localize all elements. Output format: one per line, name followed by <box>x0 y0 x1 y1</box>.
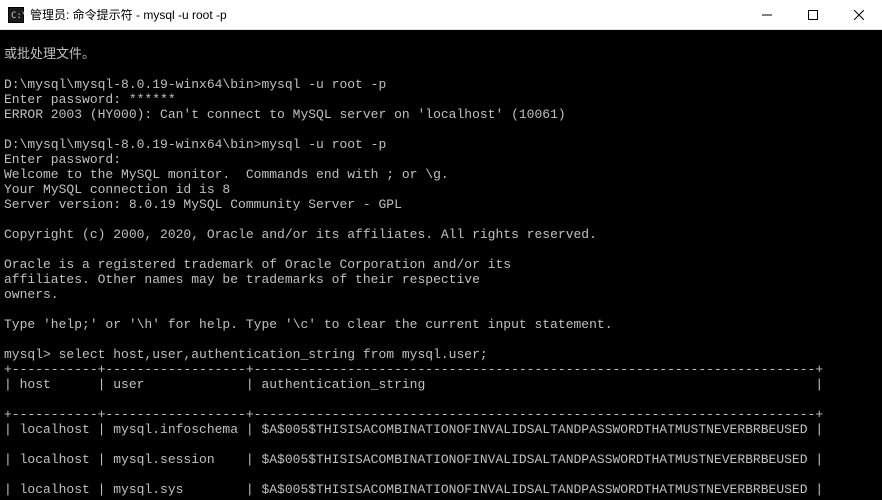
term-line: Your MySQL connection id is 8 <box>4 182 230 197</box>
table-row: | localhost | mysql.sys | $A$005$THISISA… <box>4 482 878 497</box>
table-row: | localhost | mysql.infoschema | $A$005$… <box>4 422 878 437</box>
maximize-button[interactable] <box>790 0 836 30</box>
term-line: 或批处理文件。 <box>4 47 95 62</box>
term-line: D:\mysql\mysql-8.0.19-winx64\bin>mysql -… <box>4 77 386 92</box>
term-line: Type 'help;' or '\h' for help. Type '\c'… <box>4 317 613 332</box>
term-line: Server version: 8.0.19 MySQL Community S… <box>4 197 402 212</box>
table-border: +-----------+------------------+--------… <box>4 362 823 377</box>
term-line: mysql> select host,user,authentication_s… <box>4 347 488 362</box>
term-line: affiliates. Other names may be trademark… <box>4 272 480 287</box>
minimize-button[interactable] <box>744 0 790 30</box>
close-button[interactable] <box>836 0 882 30</box>
table-row: | localhost | mysql.session | $A$005$THI… <box>4 452 878 467</box>
term-line: Enter password: <box>4 152 121 167</box>
terminal-output[interactable]: 或批处理文件。 D:\mysql\mysql-8.0.19-winx64\bin… <box>0 30 882 500</box>
term-line: Copyright (c) 2000, 2020, Oracle and/or … <box>4 227 597 242</box>
term-line: D:\mysql\mysql-8.0.19-winx64\bin>mysql -… <box>4 137 386 152</box>
cmd-icon: C:\ <box>8 7 24 23</box>
term-line: Oracle is a registered trademark of Orac… <box>4 257 511 272</box>
window-title: 管理员: 命令提示符 - mysql -u root -p <box>30 6 227 23</box>
term-line: Enter password: ****** <box>4 92 176 107</box>
window-titlebar: C:\ 管理员: 命令提示符 - mysql -u root -p <box>0 0 882 30</box>
svg-text:C:\: C:\ <box>11 11 24 21</box>
table-border: +-----------+------------------+--------… <box>4 407 823 422</box>
term-line: Welcome to the MySQL monitor. Commands e… <box>4 167 449 182</box>
term-line: ERROR 2003 (HY000): Can't connect to MyS… <box>4 107 566 122</box>
term-line: owners. <box>4 287 59 302</box>
table-header: | host | user | authentication_string | <box>4 377 878 392</box>
